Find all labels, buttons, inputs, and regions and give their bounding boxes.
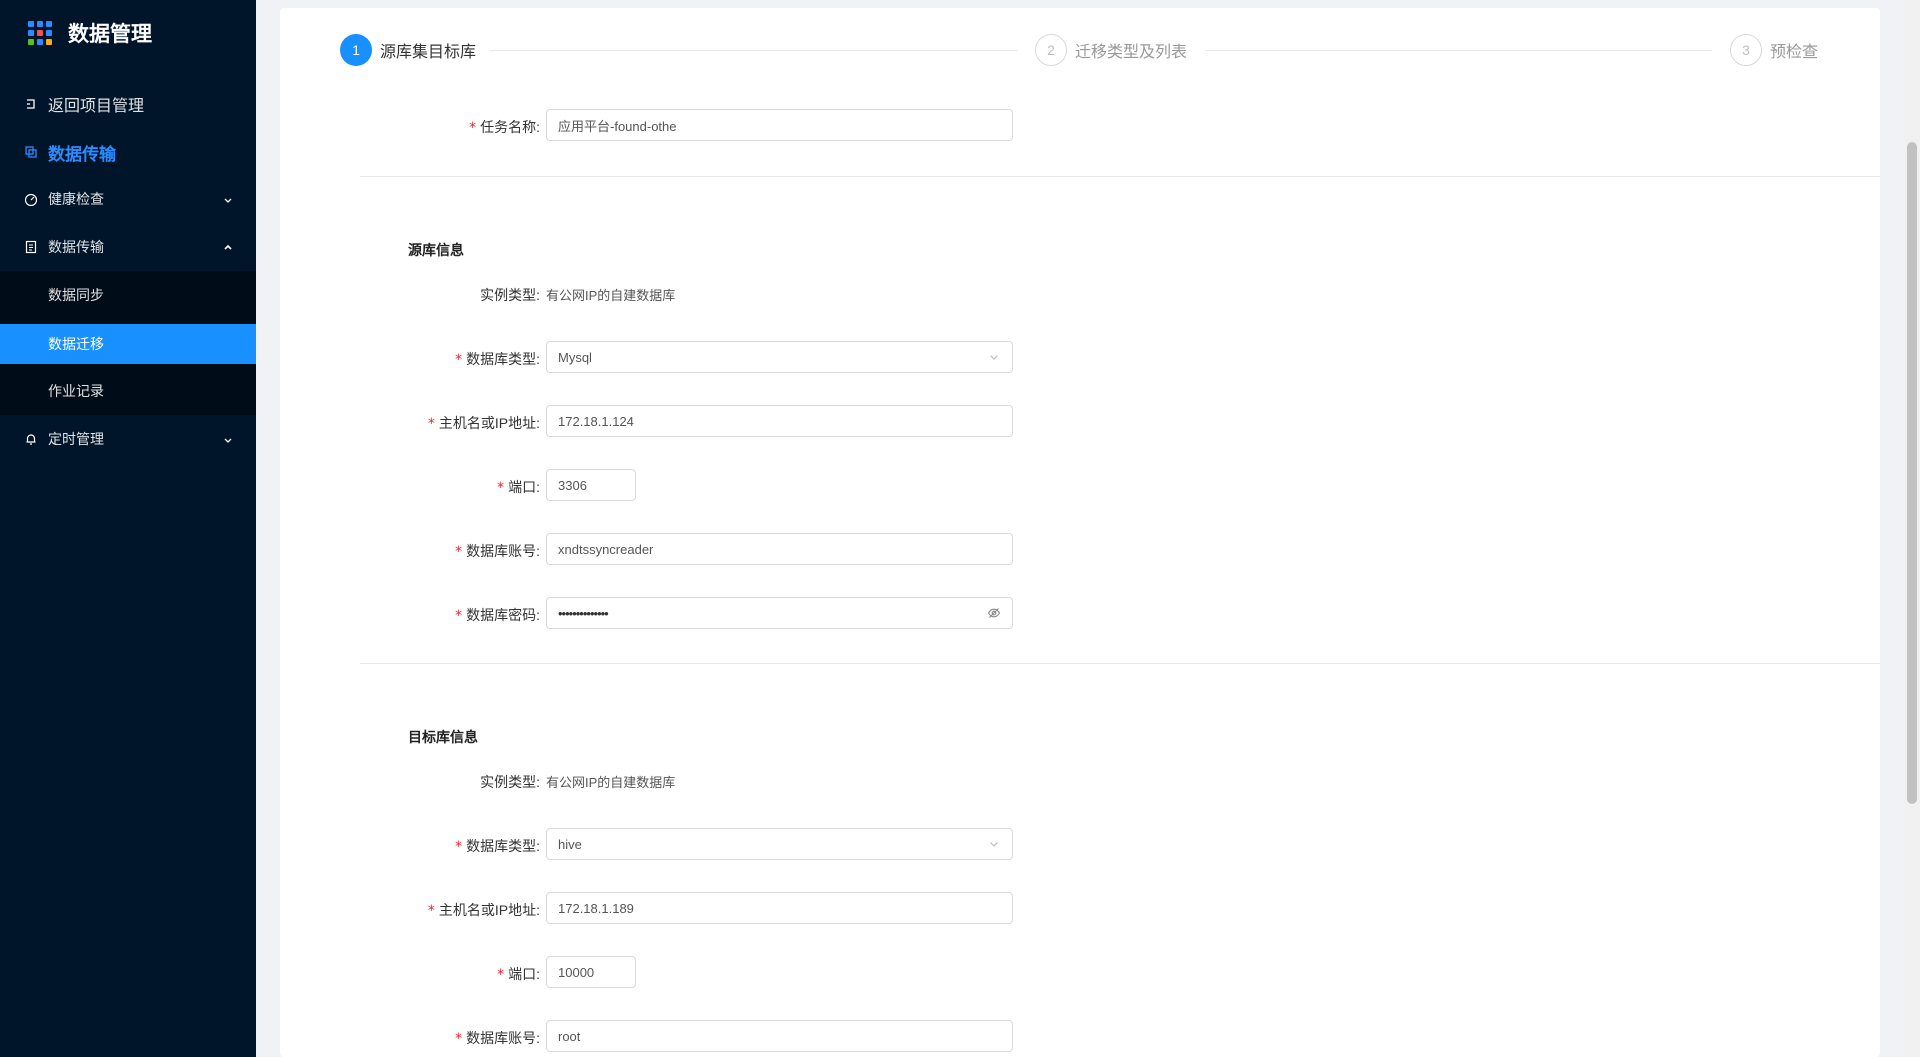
eye-invisible-icon[interactable] bbox=[987, 606, 1001, 620]
brand-dot bbox=[46, 39, 52, 45]
source-db-type-label: * 数据库类型: bbox=[455, 351, 540, 368]
sidebar-item-label: 定时管理 bbox=[48, 431, 104, 447]
task-name-input[interactable]: 应用平台-found-othe bbox=[546, 109, 1013, 141]
sidebar-subitem-job-records[interactable]: 作业记录 bbox=[0, 371, 256, 411]
target-db-type-select[interactable]: hive bbox=[546, 828, 1013, 860]
brand-dot bbox=[46, 21, 52, 27]
brand: 数据管理 bbox=[28, 17, 152, 49]
current-module-item[interactable]: 数据传输 bbox=[0, 128, 256, 176]
step-connector bbox=[490, 50, 1018, 51]
copy-icon bbox=[24, 145, 38, 159]
step-number: 2 bbox=[1035, 34, 1067, 66]
source-instance-type-label: 实例类型: bbox=[480, 287, 540, 303]
target-account-input[interactable]: root bbox=[546, 1020, 1013, 1052]
sidebar-item-label: 数据传输 bbox=[48, 239, 104, 255]
chevron-down-icon bbox=[987, 837, 1001, 851]
current-module-label: 数据传输 bbox=[48, 144, 116, 164]
target-port-input[interactable]: 10000 bbox=[546, 956, 636, 988]
chevron-up-icon bbox=[222, 241, 234, 253]
back-to-projects-link[interactable]: 返回项目管理 bbox=[0, 80, 256, 128]
return-icon bbox=[24, 97, 38, 111]
step-title: 源库集目标库 bbox=[380, 44, 477, 61]
brand-dot bbox=[37, 21, 43, 27]
sidebar-subitem-label: 数据同步 bbox=[48, 287, 104, 303]
app-root: 数据管理 返回项目管理 数据传输 健康检查 数据传输 数据同步 数据迁移 作业记… bbox=[0, 0, 1920, 1057]
step-title: 预检查 bbox=[1770, 44, 1819, 61]
sidebar-item-health-check[interactable]: 健康检查 bbox=[0, 175, 256, 223]
dashboard-icon bbox=[24, 192, 38, 206]
brand-dot bbox=[37, 39, 43, 45]
sidebar-item-schedule[interactable]: 定时管理 bbox=[0, 415, 256, 463]
sidebar-subitem-label: 数据迁移 bbox=[48, 336, 104, 352]
brand-dot bbox=[28, 21, 34, 27]
step-3[interactable]: 3 预检查 bbox=[1730, 34, 1818, 66]
sidebar-subitem-data-sync[interactable]: 数据同步 bbox=[0, 275, 256, 315]
scrollbar-thumb[interactable] bbox=[1907, 142, 1917, 804]
target-account-label: * 数据库账号: bbox=[455, 1030, 540, 1047]
target-instance-type-value: 有公网IP的自建数据库 bbox=[546, 775, 676, 790]
sidebar-subitem-label: 作业记录 bbox=[48, 383, 104, 399]
target-host-input[interactable]: 172.18.1.189 bbox=[546, 892, 1013, 924]
source-db-type-select[interactable]: Mysql bbox=[546, 341, 1013, 373]
source-password-label: * 数据库密码: bbox=[455, 607, 540, 624]
source-password-input[interactable]: •••••••••••••• bbox=[546, 597, 1013, 629]
target-instance-type-label: 实例类型: bbox=[480, 774, 540, 790]
chevron-down-icon bbox=[987, 350, 1001, 364]
source-host-label: * 主机名或IP地址: bbox=[427, 415, 540, 432]
step-connector bbox=[1205, 50, 1712, 51]
sidebar: 数据管理 返回项目管理 数据传输 健康检查 数据传输 数据同步 数据迁移 作业记… bbox=[0, 0, 256, 1057]
task-name-label: * 任务名称: bbox=[469, 119, 540, 136]
brand-dot bbox=[28, 30, 34, 36]
sidebar-item-label: 健康检查 bbox=[48, 191, 104, 207]
source-instance-type-value: 有公网IP的自建数据库 bbox=[546, 288, 676, 303]
sidebar-item-data-transfer[interactable]: 数据传输 bbox=[0, 223, 256, 271]
step-number: 3 bbox=[1730, 34, 1762, 66]
brand-dot bbox=[28, 39, 34, 45]
source-account-label: * 数据库账号: bbox=[455, 543, 540, 560]
brand-dot bbox=[46, 30, 52, 36]
bell-icon bbox=[24, 432, 38, 446]
target-section-title: 目标库信息 bbox=[408, 729, 478, 745]
apps-grid-icon bbox=[28, 21, 52, 45]
source-section-title: 源库信息 bbox=[408, 242, 464, 258]
step-1[interactable]: 1 源库集目标库 bbox=[340, 34, 476, 66]
app-title: 数据管理 bbox=[68, 23, 152, 46]
chevron-down-icon bbox=[222, 193, 234, 205]
section-divider bbox=[360, 176, 1880, 177]
target-port-label: * 端口: bbox=[497, 966, 540, 983]
source-account-input[interactable]: xndtssyncreader bbox=[546, 533, 1013, 565]
back-label: 返回项目管理 bbox=[48, 98, 145, 115]
source-host-input[interactable]: 172.18.1.124 bbox=[546, 405, 1013, 437]
step-number: 1 bbox=[340, 34, 372, 66]
target-db-type-label: * 数据库类型: bbox=[455, 838, 540, 855]
source-port-label: * 端口: bbox=[497, 479, 540, 496]
target-host-label: * 主机名或IP地址: bbox=[427, 902, 540, 919]
sidebar-subitem-data-migration[interactable]: 数据迁移 bbox=[0, 324, 256, 364]
step-title: 迁移类型及列表 bbox=[1075, 44, 1188, 61]
chevron-down-icon bbox=[222, 433, 234, 445]
brand-dot bbox=[37, 30, 43, 36]
source-port-input[interactable]: 3306 bbox=[546, 469, 636, 501]
file-text-icon bbox=[24, 240, 38, 254]
step-2[interactable]: 2 迁移类型及列表 bbox=[1035, 34, 1187, 66]
section-divider bbox=[360, 663, 1880, 664]
